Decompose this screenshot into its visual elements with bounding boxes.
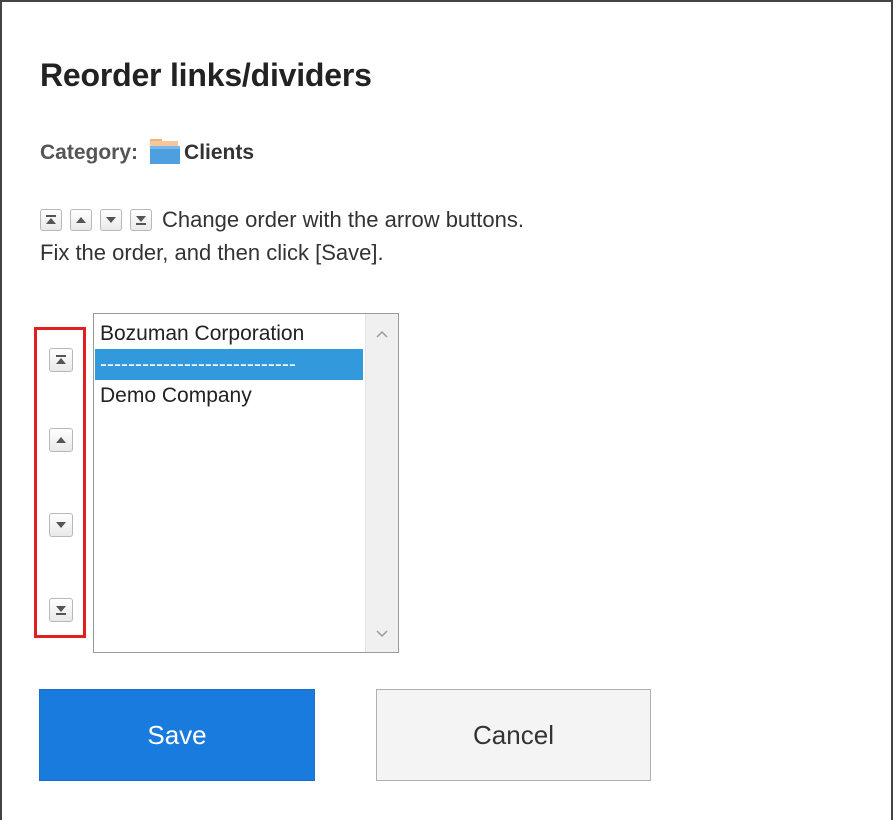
category-label: Category: bbox=[40, 141, 139, 164]
folder-icon bbox=[146, 137, 182, 165]
save-button[interactable]: Save bbox=[39, 689, 315, 781]
listbox-scrollbar[interactable] bbox=[365, 314, 398, 652]
move-down-icon bbox=[56, 522, 66, 528]
move-to-bottom-icon bbox=[56, 606, 66, 615]
category-line: Category: Clients bbox=[40, 135, 254, 165]
move-to-bottom-icon bbox=[130, 208, 152, 231]
list-item[interactable]: Bozuman Corporation bbox=[95, 318, 363, 349]
instruction-line-2: Fix the order, and then click [Save]. bbox=[40, 240, 384, 265]
list-item[interactable]: Demo Company bbox=[95, 380, 363, 411]
instructions: Change order with the arrow buttons. Fix… bbox=[40, 203, 524, 269]
move-to-top-button[interactable] bbox=[49, 348, 73, 372]
move-up-button[interactable] bbox=[49, 428, 73, 452]
move-down-button[interactable] bbox=[49, 513, 73, 537]
move-to-bottom-button[interactable] bbox=[49, 598, 73, 622]
move-up-icon bbox=[56, 437, 66, 443]
scroll-up-icon[interactable] bbox=[374, 326, 390, 342]
list-item-selected[interactable]: ---------------------------- bbox=[95, 349, 363, 380]
move-up-icon bbox=[70, 208, 92, 231]
move-to-top-icon bbox=[56, 355, 66, 364]
move-down-icon bbox=[100, 208, 122, 231]
scroll-down-icon[interactable] bbox=[374, 626, 390, 642]
category-name: Clients bbox=[184, 141, 255, 164]
cancel-button[interactable]: Cancel bbox=[376, 689, 651, 781]
links-listbox[interactable]: Bozuman Corporation --------------------… bbox=[93, 313, 399, 653]
instruction-line-1: Change order with the arrow buttons. bbox=[162, 207, 524, 232]
page-title: Reorder links/dividers bbox=[40, 57, 372, 93]
move-buttons-panel bbox=[34, 327, 86, 638]
listbox-options: Bozuman Corporation --------------------… bbox=[95, 318, 363, 411]
move-to-top-icon bbox=[40, 208, 62, 231]
